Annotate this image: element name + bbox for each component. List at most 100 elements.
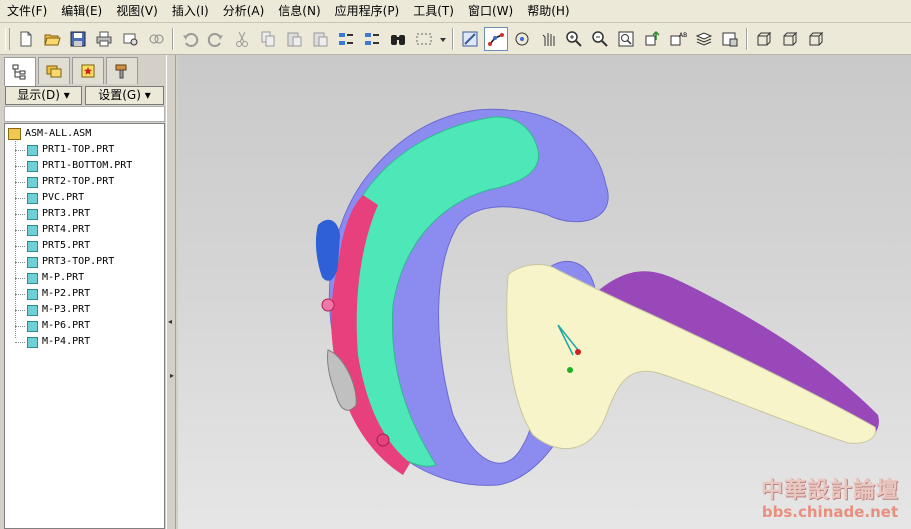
tree-part-item[interactable]: PRT5.PRT [27, 238, 90, 254]
zoom-out-icon[interactable] [588, 27, 612, 51]
favorites-icon [81, 64, 95, 78]
tree-root-label: ASM-ALL.ASM [25, 128, 92, 139]
tools-tab[interactable] [106, 57, 138, 84]
model-tree-panel: 显示(D) ▾ 设置(G) ▾ ASM-ALL.ASM PRT1-TOP.PRT… [0, 55, 166, 529]
menu-file[interactable]: 文件(F) [0, 1, 54, 21]
tree-connector [15, 246, 25, 247]
favorites-tab[interactable] [72, 57, 104, 84]
copy-icon[interactable] [256, 27, 280, 51]
tree-part-item[interactable]: PRT4.PRT [27, 222, 90, 238]
chevron-right-icon[interactable]: ▸ [170, 371, 174, 380]
sketch-icon[interactable] [458, 27, 482, 51]
tree-connector [15, 230, 25, 231]
refit-icon[interactable] [614, 27, 638, 51]
tree-part-item[interactable]: M-P4.PRT [27, 334, 90, 350]
tree-part-item[interactable]: PRT3.PRT [27, 206, 90, 222]
print-icon[interactable] [92, 27, 116, 51]
part-icon [27, 240, 38, 252]
layers-icon[interactable] [692, 27, 716, 51]
settings-label: 设置(G) [98, 88, 141, 102]
menu-info[interactable]: 信息(N) [271, 1, 327, 21]
blue-button [315, 219, 340, 281]
part-icon [27, 176, 38, 188]
graphics-window[interactable]: 中華設計論壇 bbs.chinade.net [178, 55, 911, 529]
orient-icon[interactable] [640, 27, 664, 51]
menu-help[interactable]: 帮助(H) [520, 1, 576, 21]
save-icon[interactable] [66, 27, 90, 51]
tree-part-label: PRT3.PRT [42, 208, 91, 219]
zoom-in-icon[interactable] [562, 27, 586, 51]
spin-center-icon[interactable] [510, 27, 534, 51]
panel-splitter[interactable]: ◂ ▸ [166, 55, 176, 529]
regen-manager-icon[interactable] [360, 27, 384, 51]
email-icon[interactable] [118, 27, 142, 51]
find-icon[interactable] [386, 27, 410, 51]
tree-connector [15, 150, 25, 151]
chevron-left-icon[interactable]: ◂ [168, 317, 172, 326]
axis-x-dot [575, 349, 581, 355]
pink-led-dot [321, 298, 335, 312]
tree-part-label: M-P6.PRT [42, 320, 91, 331]
shading-icon[interactable] [752, 27, 776, 51]
tree-part-label: M-P.PRT [42, 272, 85, 283]
tree-part-item[interactable]: PVC.PRT [27, 190, 84, 206]
regenerate-icon[interactable] [334, 27, 358, 51]
tree-root[interactable]: ASM-ALL.ASM [8, 126, 91, 142]
tree-part-item[interactable]: M-P6.PRT [27, 318, 90, 334]
menu-window[interactable]: 窗口(W) [461, 1, 520, 21]
tree-part-item[interactable]: M-P3.PRT [27, 302, 90, 318]
tree-part-item[interactable]: PRT1-BOTTOM.PRT [27, 158, 132, 174]
redo-icon[interactable] [204, 27, 228, 51]
link-icon[interactable] [144, 27, 168, 51]
tree-icon [12, 64, 26, 80]
menu-view[interactable]: 视图(V) [109, 1, 165, 21]
tree-connector [15, 138, 16, 338]
new-icon[interactable] [14, 27, 38, 51]
open-icon[interactable] [40, 27, 64, 51]
tree-connector [15, 214, 25, 215]
tree-part-label: PRT5.PRT [42, 240, 91, 251]
tree-part-item[interactable]: PRT3-TOP.PRT [27, 254, 114, 270]
assembly-icon [8, 128, 21, 140]
tree-part-label: PRT2-TOP.PRT [42, 176, 115, 187]
tree-part-item[interactable]: PRT1-TOP.PRT [27, 142, 114, 158]
dropdown-icon[interactable] [438, 27, 448, 51]
undo-icon[interactable] [178, 27, 202, 51]
paste-special-icon[interactable] [308, 27, 332, 51]
menu-analysis[interactable]: 分析(A) [216, 1, 272, 21]
folder-browser-icon [46, 65, 62, 78]
folder-tab[interactable] [38, 57, 70, 84]
tree-part-item[interactable]: M-P.PRT [27, 270, 84, 286]
display-label: 显示(D) [17, 88, 60, 102]
menu-tools[interactable]: 工具(T) [406, 1, 461, 21]
part-icon [27, 208, 38, 220]
toolbar-grip[interactable] [5, 27, 10, 50]
part-icon [27, 320, 38, 332]
tree-part-item[interactable]: M-P2.PRT [27, 286, 90, 302]
settings-dropdown[interactable]: 设置(G) ▾ [85, 86, 164, 105]
datum-display-icon[interactable] [484, 26, 508, 51]
tree-part-item[interactable]: PRT2-TOP.PRT [27, 174, 114, 190]
toolbar-separator [746, 27, 748, 50]
menu-applications[interactable]: 应用程序(P) [328, 1, 407, 21]
watermark: 中華設計論壇 bbs.chinade.net [755, 477, 905, 523]
part-icon [27, 192, 38, 204]
no-hidden-icon[interactable] [804, 27, 828, 51]
display-dropdown[interactable]: 显示(D) ▾ [5, 86, 82, 105]
tree-connector [15, 294, 25, 295]
pan-icon[interactable] [536, 27, 560, 51]
part-icon [27, 160, 38, 172]
menu-edit[interactable]: 编辑(E) [54, 1, 109, 21]
tree-connector [15, 198, 25, 199]
menu-insert[interactable]: 插入(I) [165, 1, 216, 21]
tree-connector [15, 166, 25, 167]
paste-icon[interactable] [282, 27, 306, 51]
model-tree-tab[interactable] [4, 57, 36, 86]
select-box-icon[interactable] [412, 27, 436, 51]
hidden-line-icon[interactable] [778, 27, 802, 51]
cut-icon[interactable] [230, 27, 254, 51]
view-manager-icon[interactable]: AB [666, 27, 690, 51]
chevron-down-icon: ▾ [63, 88, 70, 102]
saved-views-icon[interactable] [718, 27, 742, 51]
tree-part-label: M-P2.PRT [42, 288, 91, 299]
